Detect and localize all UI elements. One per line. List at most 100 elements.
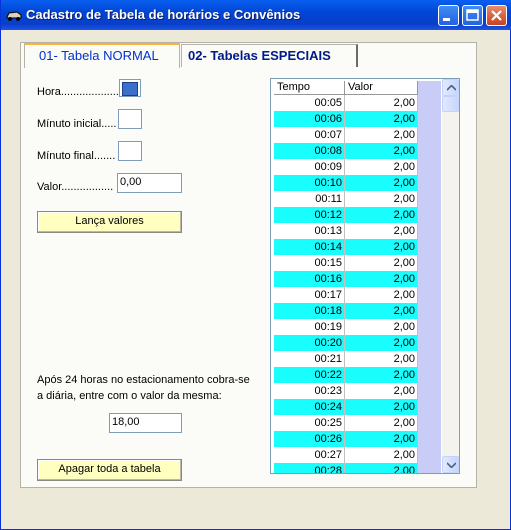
cell-valor[interactable]: 2,00 <box>345 95 418 111</box>
cell-tempo[interactable]: 00:26 <box>274 431 345 447</box>
cell-tempo[interactable]: 00:15 <box>274 255 345 271</box>
table-row[interactable]: 00:21 2,00 <box>274 351 418 367</box>
lanca-valores-button[interactable]: Lança valores <box>37 211 182 233</box>
cell-tempo[interactable]: 00:23 <box>274 383 345 399</box>
apagar-tabela-button[interactable]: Apagar toda a tabela <box>37 459 182 481</box>
table-row[interactable]: 00:27 2,00 <box>274 447 418 463</box>
close-button[interactable] <box>486 5 507 26</box>
table-row[interactable]: 00:13 2,00 <box>274 223 418 239</box>
cell-valor[interactable]: 2,00 <box>345 175 418 191</box>
cell-valor[interactable]: 2,00 <box>345 303 418 319</box>
cell-tempo[interactable]: 00:20 <box>274 335 345 351</box>
maximize-button[interactable] <box>462 5 483 26</box>
tabela-grid[interactable]: Tempo Valor 00:05 2,00 00:06 2,00 00:07 2,00 0… <box>270 78 460 474</box>
table-row[interactable]: 00:26 2,00 <box>274 431 418 447</box>
minuto-inicial-input[interactable] <box>118 109 142 129</box>
cell-tempo[interactable]: 00:22 <box>274 367 345 383</box>
cell-tempo[interactable]: 00:27 <box>274 447 345 463</box>
cell-tempo[interactable]: 00:11 <box>274 191 345 207</box>
cell-valor[interactable]: 2,00 <box>345 271 418 287</box>
cell-valor[interactable]: 2,00 <box>345 111 418 127</box>
cell-valor[interactable]: 2,00 <box>345 159 418 175</box>
table-row[interactable]: 00:18 2,00 <box>274 303 418 319</box>
tab-tabela-normal[interactable]: 01- Tabela NORMAL <box>24 43 180 68</box>
column-header-tempo[interactable]: Tempo <box>274 81 345 95</box>
cell-tempo[interactable]: 00:13 <box>274 223 345 239</box>
table-row[interactable]: 00:22 2,00 <box>274 367 418 383</box>
cell-valor[interactable]: 2,00 <box>345 447 418 463</box>
tab-tabelas-especiais[interactable]: 02- Tabelas ESPECIAIS <box>181 44 358 67</box>
cell-valor[interactable]: 2,00 <box>345 255 418 271</box>
table-row[interactable]: 00:25 2,00 <box>274 415 418 431</box>
cell-valor[interactable]: 2,00 <box>345 463 418 473</box>
cell-valor[interactable]: 2,00 <box>345 223 418 239</box>
close-icon <box>491 10 502 21</box>
valor-input[interactable]: 0,00 <box>117 173 182 193</box>
table-row[interactable]: 00:28 2,00 <box>274 463 418 473</box>
hora-color-picker[interactable] <box>119 79 141 97</box>
cell-tempo[interactable]: 00:12 <box>274 207 345 223</box>
scroll-down-button[interactable] <box>442 456 459 473</box>
cell-tempo[interactable]: 00:28 <box>274 463 345 473</box>
cell-tempo[interactable]: 00:10 <box>274 175 345 191</box>
cell-valor[interactable]: 2,00 <box>345 287 418 303</box>
table-row[interactable]: 00:19 2,00 <box>274 319 418 335</box>
cell-tempo[interactable]: 00:07 <box>274 127 345 143</box>
table-row[interactable]: 00:17 2,00 <box>274 287 418 303</box>
cell-tempo[interactable]: 00:24 <box>274 399 345 415</box>
table-row[interactable]: 00:23 2,00 <box>274 383 418 399</box>
table-row[interactable]: 00:06 2,00 <box>274 111 418 127</box>
scroll-up-button[interactable] <box>442 79 459 96</box>
cell-tempo[interactable]: 00:08 <box>274 143 345 159</box>
cell-valor[interactable]: 2,00 <box>345 239 418 255</box>
grid-scrollbar[interactable] <box>442 79 459 473</box>
minimize-icon <box>443 18 450 21</box>
cell-valor[interactable]: 2,00 <box>345 367 418 383</box>
table-row[interactable]: 00:16 2,00 <box>274 271 418 287</box>
table-row[interactable]: 00:15 2,00 <box>274 255 418 271</box>
table-row[interactable]: 00:10 2,00 <box>274 175 418 191</box>
main-window: Cadastro de Tabela de horários e Convêni… <box>0 0 511 530</box>
table-row[interactable]: 00:24 2,00 <box>274 399 418 415</box>
cell-tempo[interactable]: 00:14 <box>274 239 345 255</box>
minuto-final-input[interactable] <box>118 141 142 161</box>
cell-valor[interactable]: 2,00 <box>345 335 418 351</box>
cell-tempo[interactable]: 00:19 <box>274 319 345 335</box>
cell-tempo[interactable]: 00:18 <box>274 303 345 319</box>
table-row[interactable]: 00:11 2,00 <box>274 191 418 207</box>
cell-tempo[interactable]: 00:06 <box>274 111 345 127</box>
cell-tempo[interactable]: 00:25 <box>274 415 345 431</box>
cell-valor[interactable]: 2,00 <box>345 207 418 223</box>
cell-tempo[interactable]: 00:09 <box>274 159 345 175</box>
cell-valor[interactable]: 2,00 <box>345 415 418 431</box>
cell-valor[interactable]: 2,00 <box>345 399 418 415</box>
table-row[interactable]: 00:05 2,00 <box>274 95 418 111</box>
cell-valor[interactable]: 2,00 <box>345 143 418 159</box>
minimize-button[interactable] <box>438 5 459 26</box>
cell-valor[interactable]: 2,00 <box>345 191 418 207</box>
table-row[interactable]: 00:20 2,00 <box>274 335 418 351</box>
table-row[interactable]: 00:09 2,00 <box>274 159 418 175</box>
cell-valor[interactable]: 2,00 <box>345 383 418 399</box>
cell-tempo[interactable]: 00:16 <box>274 271 345 287</box>
cell-tempo[interactable]: 00:17 <box>274 287 345 303</box>
scroll-thumb[interactable] <box>442 96 459 112</box>
cell-valor[interactable]: 2,00 <box>345 351 418 367</box>
cell-valor[interactable]: 2,00 <box>345 319 418 335</box>
cell-valor[interactable]: 2,00 <box>345 431 418 447</box>
table-row[interactable]: 00:12 2,00 <box>274 207 418 223</box>
cell-tempo[interactable]: 00:21 <box>274 351 345 367</box>
chevron-down-icon <box>447 462 456 468</box>
cell-valor[interactable]: 2,00 <box>345 127 418 143</box>
table-row[interactable]: 00:14 2,00 <box>274 239 418 255</box>
diaria-input[interactable]: 18,00 <box>109 413 182 433</box>
hora-label: Hora................... <box>37 86 119 98</box>
column-header-valor[interactable]: Valor <box>345 81 418 95</box>
title-bar[interactable]: Cadastro de Tabela de horários e Convêni… <box>1 0 511 30</box>
table-row[interactable]: 00:08 2,00 <box>274 143 418 159</box>
grid-header: Tempo Valor <box>274 81 418 95</box>
table-row[interactable]: 00:07 2,00 <box>274 127 418 143</box>
chevron-up-icon <box>447 85 456 91</box>
cell-tempo[interactable]: 00:05 <box>274 95 345 111</box>
diaria-text-line1: Após 24 horas no estacionamento cobra-se <box>37 374 250 386</box>
